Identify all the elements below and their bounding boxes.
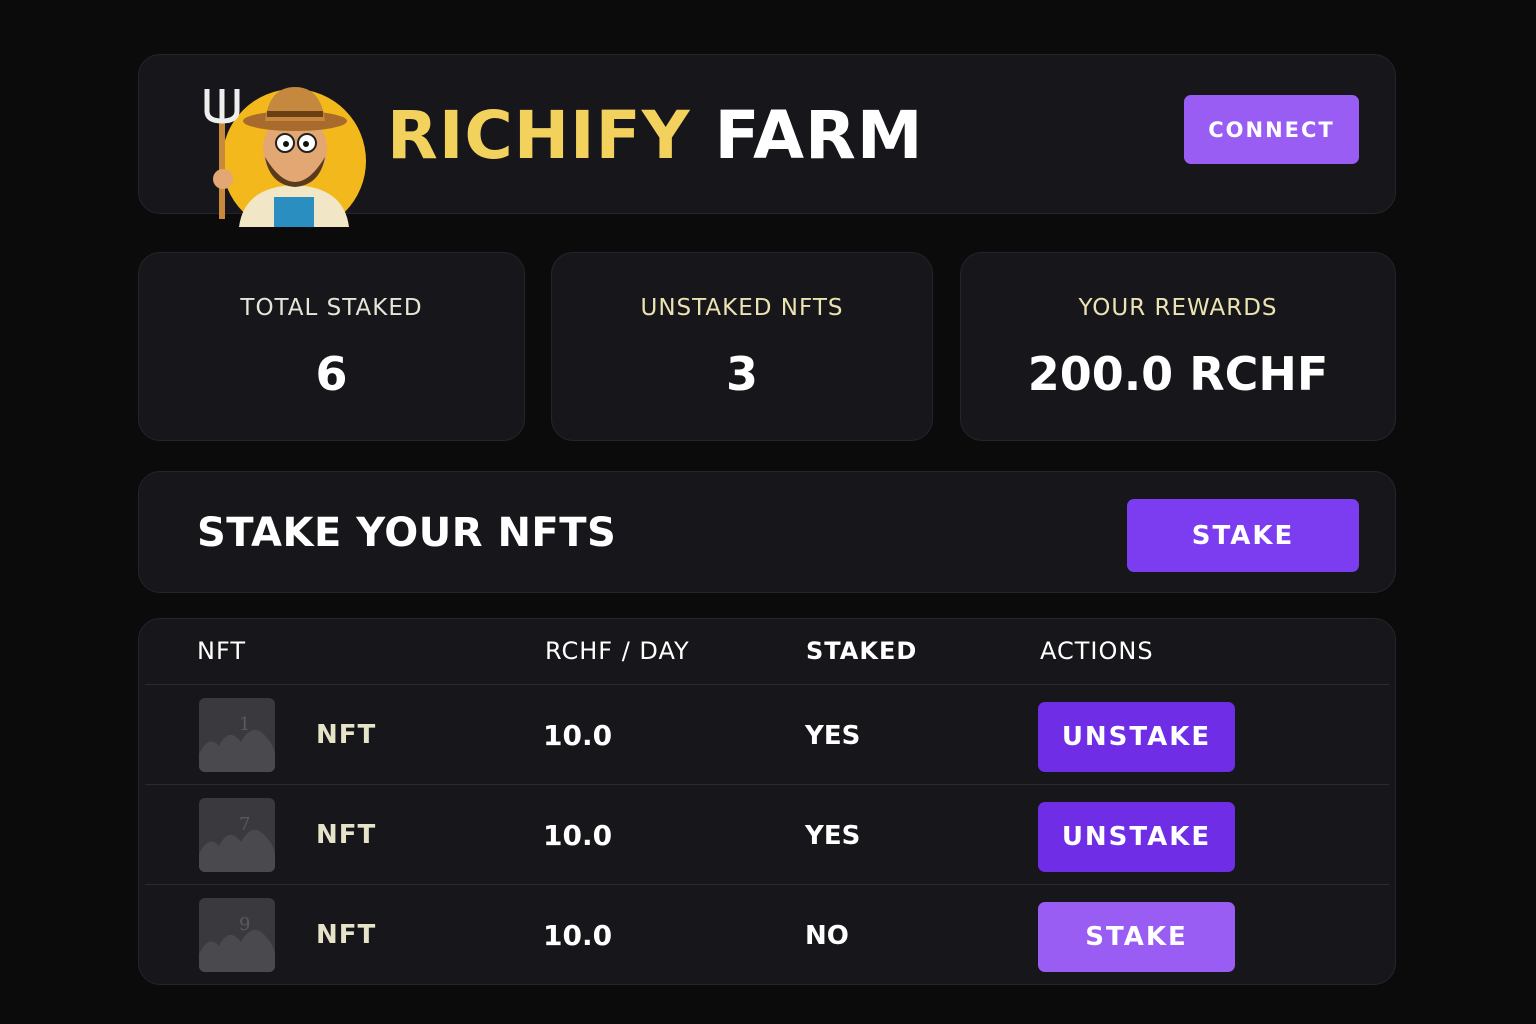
farmer-logo-icon <box>199 79 371 233</box>
nft-staked-status: YES <box>805 821 861 851</box>
stat-label: YOUR REWARDS <box>1078 295 1278 321</box>
stake-button[interactable]: STAKE <box>1127 499 1359 572</box>
nft-name: NFT <box>316 720 377 750</box>
stat-label: UNSTAKED NFTS <box>640 295 844 321</box>
stake-panel: STAKE YOUR NFTS STAKE <box>138 471 1396 593</box>
brand-title: RICHIFY FARM <box>387 97 924 174</box>
stake-panel-title: STAKE YOUR NFTS <box>197 510 617 556</box>
unstake-button[interactable]: UNSTAKE <box>1038 702 1235 772</box>
stat-card-your-rewards: YOUR REWARDS 200.0 RCHF <box>960 252 1396 441</box>
nft-rate: 10.0 <box>543 719 613 752</box>
header-bar: RICHIFY FARM CONNECT <box>138 54 1396 233</box>
thumb-glyph: 9 <box>239 914 250 935</box>
image-placeholder-icon: 7 <box>199 798 275 872</box>
brand-title-farm: FARM <box>714 97 924 174</box>
nft-staked-status: NO <box>805 921 849 951</box>
column-header-nft: NFT <box>197 637 246 665</box>
nft-name: NFT <box>316 920 377 950</box>
stat-value: 6 <box>315 347 348 401</box>
thumb-glyph: 7 <box>239 814 250 835</box>
column-header-rate: RCHF / DAY <box>545 637 690 665</box>
stake-row-button[interactable]: STAKE <box>1038 902 1235 972</box>
nft-name: NFT <box>316 820 377 850</box>
column-header-actions: ACTIONS <box>1040 637 1154 665</box>
table-row: 1 NFT 10.0 YES UNSTAKE <box>145 684 1389 784</box>
thumb-glyph: 1 <box>239 714 250 735</box>
nft-rate: 10.0 <box>543 919 613 952</box>
column-header-staked: STAKED <box>806 637 918 665</box>
image-placeholder-icon: 1 <box>199 698 275 772</box>
brand-title-richify: RICHIFY <box>387 97 691 174</box>
connect-wallet-button[interactable]: CONNECT <box>1184 95 1359 164</box>
table-row: 7 NFT 10.0 YES UNSTAKE <box>145 784 1389 884</box>
stat-value: 200.0 RCHF <box>1027 347 1329 401</box>
stat-label: TOTAL STAKED <box>240 295 423 321</box>
stat-card-unstaked-nfts: UNSTAKED NFTS 3 <box>551 252 933 441</box>
nft-table: NFT RCHF / DAY STAKED ACTIONS 1 NFT 10.0… <box>138 618 1396 985</box>
stat-card-total-staked: TOTAL STAKED 6 <box>138 252 525 441</box>
stat-value: 3 <box>725 347 758 401</box>
image-placeholder-icon: 9 <box>199 898 275 972</box>
unstake-button[interactable]: UNSTAKE <box>1038 802 1235 872</box>
nft-rate: 10.0 <box>543 819 613 852</box>
nft-staked-status: YES <box>805 721 861 751</box>
table-row: 9 NFT 10.0 NO STAKE <box>145 884 1389 984</box>
